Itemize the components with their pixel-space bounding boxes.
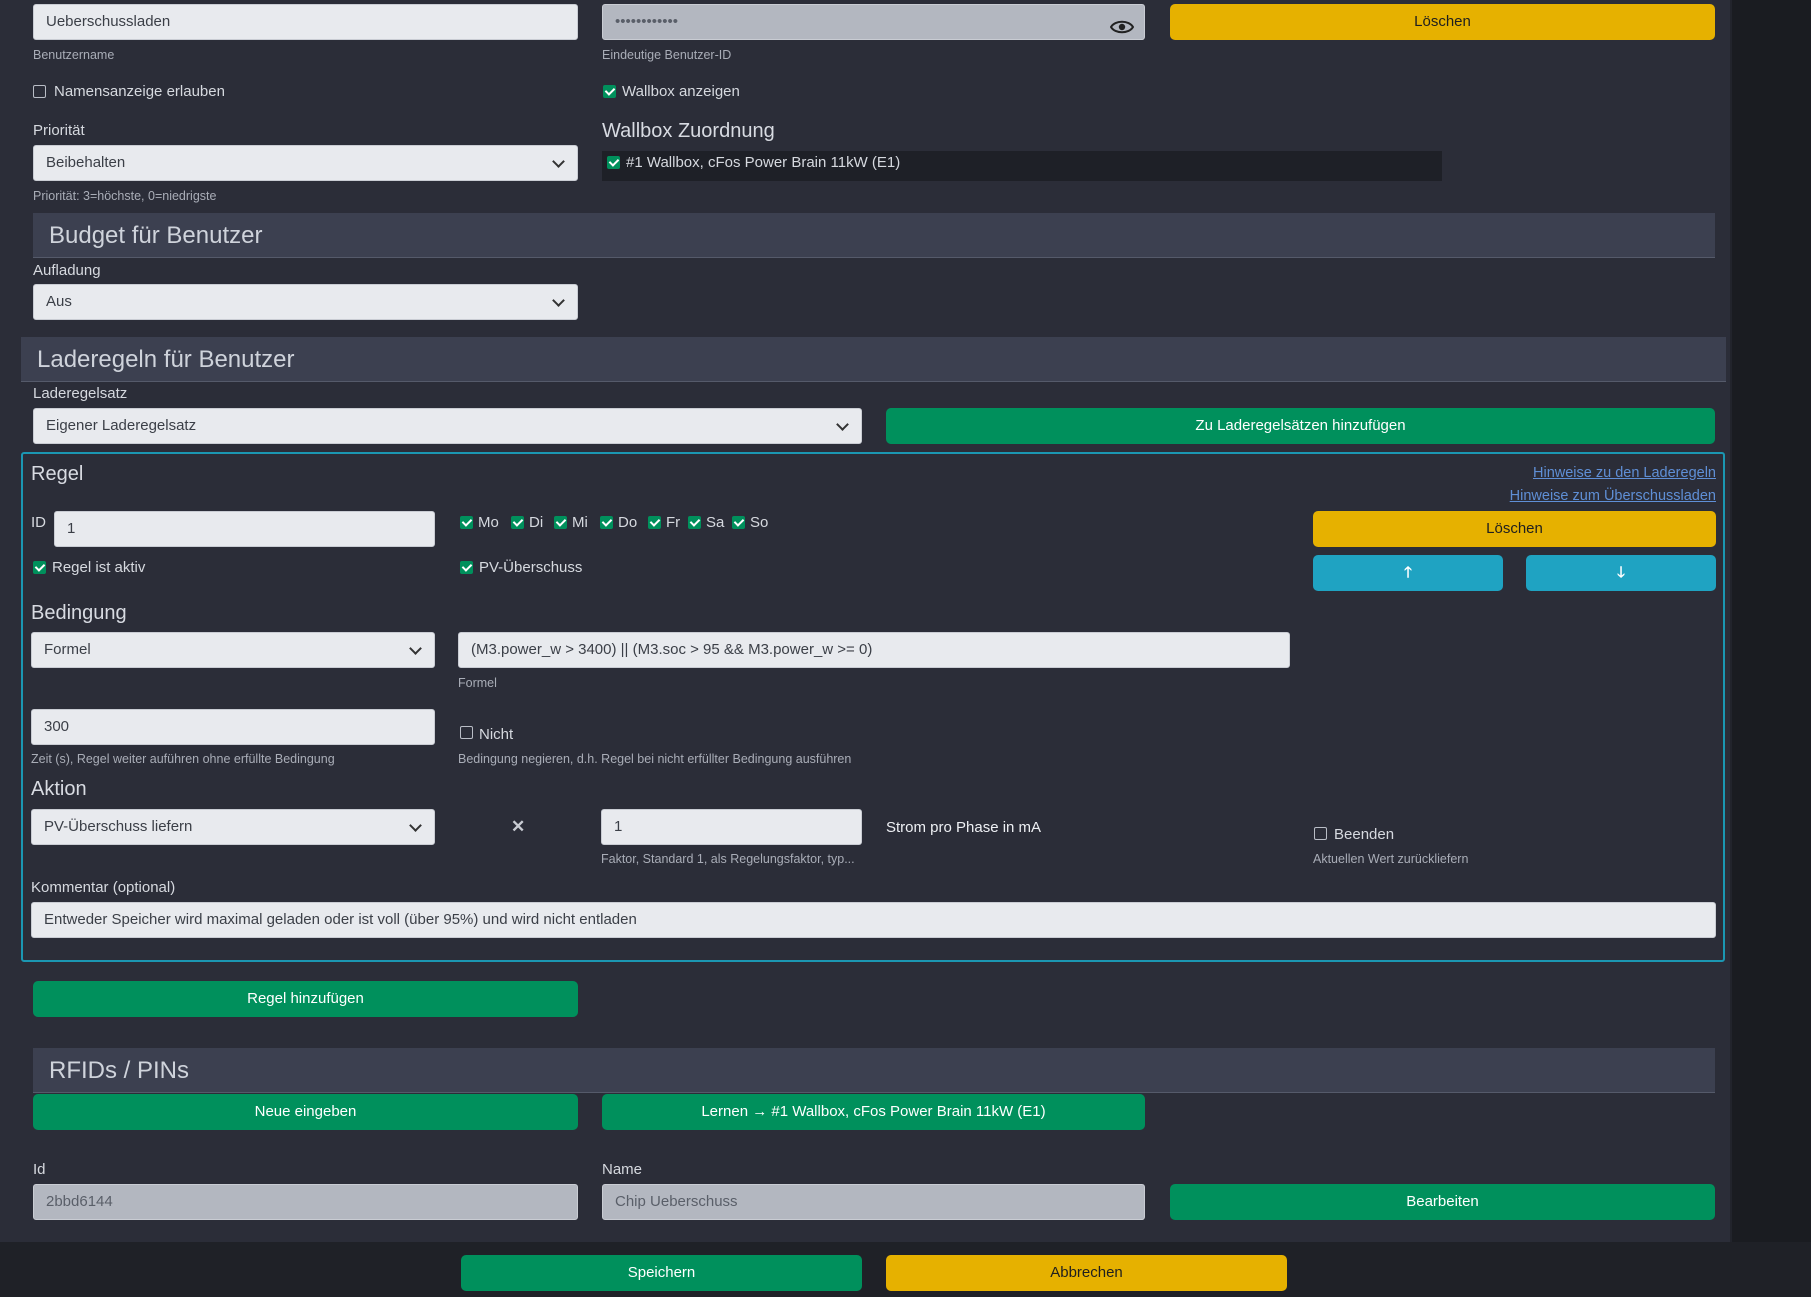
show-wallbox-label: Wallbox anzeigen [622,83,740,100]
rule-id-label: ID [31,514,46,531]
comment-input[interactable]: Entweder Speicher wird maximal geladen o… [31,902,1716,938]
move-rule-down-button[interactable]: 🡓 [1526,555,1716,591]
pv-surplus-label: PV-Überschuss [479,559,583,576]
budget-section-header: Budget für Benutzer [33,213,1715,258]
eye-icon[interactable] [1109,14,1135,39]
formula-caption: Formel [458,676,497,690]
add-to-rulesets-button[interactable]: Zu Laderegelsätzen hinzufügen [886,408,1715,444]
rules-help-link[interactable]: Hinweise zu den Laderegeln [1533,465,1716,481]
finish-caption: Aktuellen Wert zurückliefern [1313,852,1469,866]
wallbox-assignment-title: Wallbox Zuordnung [602,120,775,142]
learn-rfid-button[interactable]: Lernen → #1 Wallbox, cFos Power Brain 11… [602,1094,1145,1130]
day-mi-label: Mi [572,514,588,531]
day-do-label: Do [618,514,638,531]
userid-input[interactable]: •••••••••••• [602,4,1145,40]
comment-label: Kommentar (optional) [31,879,176,896]
username-caption: Benutzername [33,48,115,62]
condition-title: Bedingung [31,602,127,624]
day-mo-label: Mo [478,514,499,531]
ruleset-label: Laderegelsatz [33,385,128,402]
factor-input[interactable]: 1 [601,809,862,845]
move-rule-up-button[interactable]: 🡑 [1313,555,1503,591]
multiply-icon: ✕ [511,817,526,836]
day-do-checkbox[interactable] [600,516,613,529]
show-wallbox-checkbox[interactable] [603,85,616,98]
arrow-down-icon: 🡓 [1617,564,1625,581]
finish-checkbox[interactable] [1314,827,1327,840]
surplus-help-link[interactable]: Hinweise zum Überschussladen [1510,488,1716,504]
formula-input[interactable]: (M3.power_w > 3400) || (M3.soc > 95 && M… [458,632,1290,668]
rfid-name-input[interactable]: Chip Ueberschuss [602,1184,1145,1220]
rfid-id-label: Id [33,1161,46,1178]
rules-section-header: Laderegeln für Benutzer [21,337,1726,382]
day-di-checkbox[interactable] [511,516,524,529]
day-sa-label: Sa [706,514,725,531]
rule-active-checkbox[interactable] [33,561,46,574]
day-sa-checkbox[interactable] [688,516,701,529]
day-mo-checkbox[interactable] [460,516,473,529]
finish-label: Beenden [1334,826,1395,843]
allow-name-display-label: Namensanzeige erlauben [54,83,225,100]
wallbox-item-checkbox[interactable] [607,156,620,169]
charging-label: Aufladung [33,262,101,279]
day-fr-checkbox[interactable] [648,516,661,529]
priority-select[interactable]: Beibehalten [33,145,578,181]
userid-value: •••••••••••• [615,13,679,30]
username-input[interactable]: Ueberschussladen [33,4,578,40]
condition-type-select[interactable]: Formel [31,632,435,668]
day-di-label: Di [529,514,544,531]
panel-border [1730,0,1732,1242]
pv-surplus-checkbox[interactable] [460,561,473,574]
day-mi-checkbox[interactable] [554,516,567,529]
cancel-button[interactable]: Abbrechen [886,1255,1287,1291]
time-input[interactable]: 300 [31,709,435,745]
not-caption: Bedingung negieren, d.h. Regel bei nicht… [458,752,852,766]
rule-id-input[interactable]: 1 [54,511,435,547]
action-title: Aktion [31,778,87,800]
rfid-title: RFIDs / PINs [49,1057,190,1084]
edit-rfid-button[interactable]: Bearbeiten [1170,1184,1715,1220]
day-fr-label: Fr [666,514,681,531]
day-so-label: So [750,514,769,531]
allow-name-display-checkbox[interactable] [33,85,46,98]
not-label: Nicht [479,726,514,743]
priority-hint: Priorität: 3=höchste, 0=niedrigste [33,189,217,203]
arrow-up-icon: 🡑 [1404,564,1412,581]
new-rfid-button[interactable]: Neue eingeben [33,1094,578,1130]
rules-title: Laderegeln für Benutzer [37,346,295,373]
rfid-name-label: Name [602,1161,643,1178]
time-caption: Zeit (s), Regel weiter auführen ohne erf… [31,752,335,766]
priority-label: Priorität [33,122,85,139]
rule-title: Regel [31,463,84,485]
rfid-id-input[interactable]: 2bbd6144 [33,1184,578,1220]
rule-active-label: Regel ist aktiv [52,559,146,576]
wallbox-item-label: #1 Wallbox, cFos Power Brain 11kW (E1) [626,154,901,171]
rfid-section-header: RFIDs / PINs [33,1048,1715,1093]
factor-caption: Faktor, Standard 1, als Regelungsfaktor,… [601,852,855,866]
userid-caption: Eindeutige Benutzer-ID [602,48,732,62]
action-select[interactable]: PV-Überschuss liefern [31,809,435,845]
day-so-checkbox[interactable] [732,516,745,529]
delete-user-button[interactable]: Löschen [1170,4,1715,40]
budget-title: Budget für Benutzer [49,222,263,249]
save-button[interactable]: Speichern [461,1255,862,1291]
ruleset-select[interactable]: Eigener Laderegelsatz [33,408,862,444]
delete-rule-button[interactable]: Löschen [1313,511,1716,547]
not-checkbox[interactable] [460,726,473,739]
add-rule-button[interactable]: Regel hinzufügen [33,981,578,1017]
charging-select[interactable]: Aus [33,284,578,320]
current-per-phase-label: Strom pro Phase in mA [886,819,1042,836]
